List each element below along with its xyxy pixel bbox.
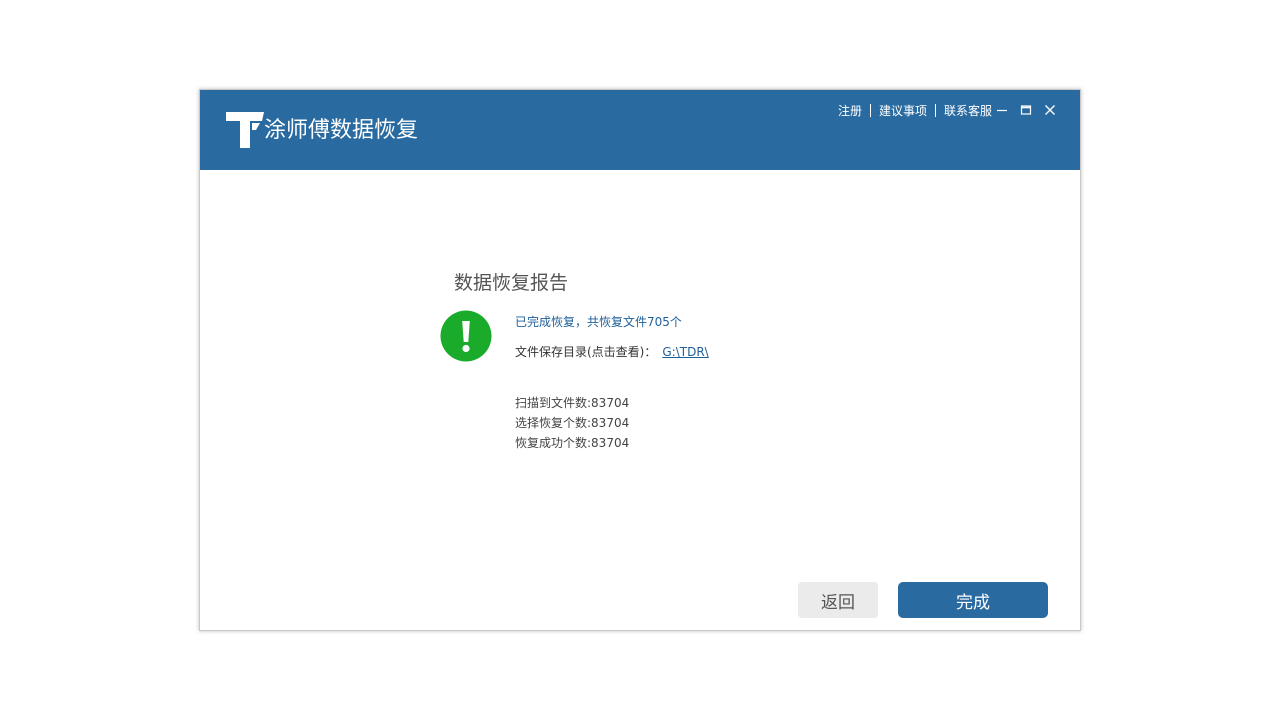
save-directory-label: 文件保存目录(点击查看)： <box>515 345 656 359</box>
exclamation-circle-icon <box>440 310 492 362</box>
recovery-stats: 扫描到文件数:83704 选择恢复个数:83704 恢复成功个数:83704 <box>515 393 629 453</box>
header-links: 注册 建议事项 联系客服 <box>838 101 992 119</box>
app-title: 涂师傅数据恢复 <box>264 118 418 144</box>
back-button[interactable]: 返回 <box>798 582 878 618</box>
stat-value: 83704 <box>591 396 629 410</box>
finish-button[interactable]: 完成 <box>898 582 1048 618</box>
report-panel: 数据恢复报告 已完成恢复，共恢复文件705个 文件保存目录(点击查看)： G:\T… <box>200 170 1080 630</box>
app-window: 涂师傅数据恢复 注册 建议事项 联系客服 <box>199 89 1081 631</box>
stat-value: 83704 <box>591 436 629 450</box>
stat-label: 恢复成功个数: <box>515 436 591 450</box>
close-button[interactable] <box>1038 100 1062 120</box>
stat-value: 83704 <box>591 416 629 430</box>
link-divider <box>935 104 936 117</box>
close-icon <box>1044 104 1056 116</box>
stat-row-selected: 选择恢复个数:83704 <box>515 413 629 433</box>
stat-row-scanned: 扫描到文件数:83704 <box>515 393 629 413</box>
stat-row-recovered: 恢复成功个数:83704 <box>515 433 629 453</box>
stat-label: 扫描到文件数: <box>515 396 591 410</box>
minimize-icon <box>996 104 1008 116</box>
link-divider <box>870 104 871 117</box>
t-logo-icon <box>226 112 264 148</box>
recovery-complete-message: 已完成恢复，共恢复文件705个 <box>515 313 682 330</box>
contact-support-link[interactable]: 联系客服 <box>944 102 992 119</box>
window-controls <box>990 100 1062 120</box>
save-directory-link[interactable]: G:\TDR\ <box>662 345 708 359</box>
report-title: 数据恢复报告 <box>454 268 568 295</box>
maximize-icon <box>1020 104 1032 116</box>
suggestions-link[interactable]: 建议事项 <box>879 102 927 119</box>
register-link[interactable]: 注册 <box>838 102 862 119</box>
minimize-button[interactable] <box>990 100 1014 120</box>
title-bar: 涂师傅数据恢复 注册 建议事项 联系客服 <box>200 90 1080 170</box>
stat-label: 选择恢复个数: <box>515 416 591 430</box>
save-directory-row: 文件保存目录(点击查看)： G:\TDR\ <box>515 343 709 360</box>
maximize-button[interactable] <box>1014 100 1038 120</box>
